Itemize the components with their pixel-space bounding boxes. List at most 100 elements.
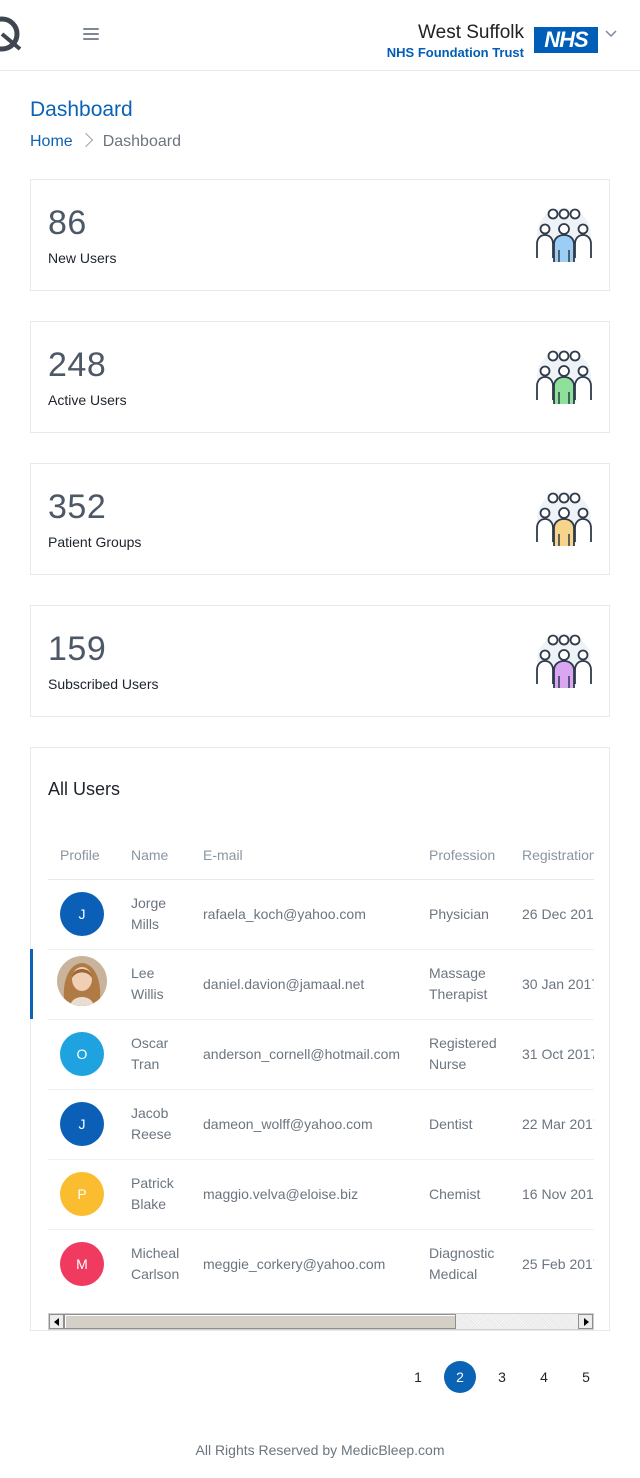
users-group-icon xyxy=(536,350,592,404)
stat-label: Subscribed Users xyxy=(48,676,159,692)
trust-subtitle: NHS Foundation Trust xyxy=(386,45,524,60)
scroll-right-arrow-icon[interactable] xyxy=(578,1314,593,1329)
profile-cell: P xyxy=(48,1159,119,1230)
column-header-profile[interactable]: Profile xyxy=(48,816,119,880)
profession-line: Therapist xyxy=(429,986,488,1002)
first-name: Micheal xyxy=(131,1245,180,1262)
table-row[interactable]: J Jacob Reese dameon_wolff@yahoo.com Dentist… xyxy=(48,1089,594,1160)
scroll-left-arrow-icon[interactable] xyxy=(49,1314,64,1329)
panel-title: All Users xyxy=(48,779,121,799)
stat-label: New Users xyxy=(48,250,117,266)
users-table: Profile Name E-mail Profession Registrat… xyxy=(48,816,594,1299)
avatar: O xyxy=(60,1032,104,1076)
registration-date-cell: 22 Mar 2017 xyxy=(510,1089,594,1160)
profile-cell xyxy=(48,949,119,1020)
avatar: J xyxy=(60,1102,104,1146)
first-name: Patrick xyxy=(131,1175,174,1191)
registration-date-cell: 25 Feb 2017 xyxy=(522,1255,594,1272)
profile-cell: M xyxy=(48,1229,119,1299)
email-cell: meggie_corkery@yahoo.com xyxy=(203,1255,386,1272)
avatar: P xyxy=(60,1172,104,1216)
users-table-scroll-area[interactable]: Profile Name E-mail Profession Registrat… xyxy=(48,816,594,1310)
stat-label: Patient Groups xyxy=(48,534,142,550)
users-group-icon xyxy=(536,208,592,262)
scrollbar-thumb[interactable] xyxy=(64,1314,456,1329)
last-name: Tran xyxy=(131,1056,160,1072)
table-row[interactable]: Lee Willis daniel.davion@jamaal.net Massage… xyxy=(48,949,594,1020)
profession-line: Registered xyxy=(429,1035,497,1051)
users-group-icon xyxy=(536,492,592,546)
column-header-registration-date[interactable]: Registration Date xyxy=(510,816,594,880)
profile-cell: J xyxy=(48,879,119,950)
avatar xyxy=(57,956,107,1006)
profession-cell: Diagnostic Medical xyxy=(417,1229,510,1299)
name-cell: Jacob Reese xyxy=(119,1089,191,1160)
profession-line: Chemist xyxy=(429,1185,481,1202)
breadcrumb-home-link[interactable]: Home xyxy=(30,133,73,150)
profession-line: Massage xyxy=(429,965,486,981)
first-name: Oscar xyxy=(131,1035,169,1051)
all-users-panel: All Users Profile Name E-mail Profession… xyxy=(30,747,610,1331)
first-name: Jacob xyxy=(131,1105,169,1121)
stat-card-patient-groups: 352 Patient Groups xyxy=(30,463,610,575)
last-name: Carlson xyxy=(131,1266,180,1283)
column-header-profession[interactable]: Profession xyxy=(417,816,510,880)
profile-cell: O xyxy=(48,1019,119,1090)
table-row[interactable]: M Micheal Carlson meggie_corkery@yahoo.com D… xyxy=(48,1229,594,1299)
stat-value: 248 xyxy=(48,346,107,384)
table-row[interactable]: O Oscar Tran anderson_cornell@hotmail.com Re… xyxy=(48,1019,594,1090)
page-button-1[interactable]: 1 xyxy=(402,1361,434,1393)
stat-card-active-users: 248 Active Users xyxy=(30,321,610,433)
column-header-email[interactable]: E-mail xyxy=(191,816,417,880)
profession-cell: Physician xyxy=(417,879,510,950)
page-title: Dashboard xyxy=(30,98,133,121)
stat-label: Active Users xyxy=(48,392,127,408)
last-name: Reese xyxy=(131,1126,172,1142)
table-row[interactable]: J Jorge Mills rafaela_koch@yahoo.com Physici… xyxy=(48,879,594,950)
email-cell: rafaela_koch@yahoo.com xyxy=(191,879,417,950)
page-button-4[interactable]: 4 xyxy=(528,1361,560,1393)
footer-copyright: All Rights Reserved by MedicBleep.com xyxy=(195,1442,445,1458)
profession-line: Nurse xyxy=(429,1056,467,1072)
name-cell: Oscar Tran xyxy=(119,1019,191,1090)
table-row[interactable]: P Patrick Blake maggio.velva@eloise.biz Chem… xyxy=(48,1159,594,1230)
profession-line: Physician xyxy=(429,905,489,922)
stat-value: 159 xyxy=(48,630,107,668)
email-cell: maggio.velva@eloise.biz xyxy=(191,1159,417,1230)
top-bar: West Suffolk NHS Foundation Trust NHS xyxy=(0,0,640,71)
stat-value: 352 xyxy=(48,488,107,526)
page-button-3[interactable]: 3 xyxy=(486,1361,518,1393)
registration-date-cell: 26 Dec 2017 xyxy=(510,879,594,950)
chevron-down-icon[interactable] xyxy=(604,26,618,40)
profession-cell: Chemist xyxy=(417,1159,510,1230)
page-button-2[interactable]: 2 xyxy=(444,1361,476,1393)
trust-name: West Suffolk xyxy=(418,22,524,43)
users-group-icon xyxy=(536,634,592,688)
column-header-name[interactable]: Name xyxy=(119,816,191,880)
profession-cell: Massage Therapist xyxy=(417,949,510,1020)
stat-card-new-users: 86 New Users xyxy=(30,179,610,291)
first-name: Lee xyxy=(131,965,155,981)
email-cell: dameon_wolff@yahoo.com xyxy=(191,1089,417,1160)
breadcrumb-current: Dashboard xyxy=(102,133,181,150)
registration-date-cell: 30 Jan 2017 xyxy=(510,949,594,1020)
last-name: Willis xyxy=(131,986,164,1002)
page-button-5[interactable]: 5 xyxy=(570,1361,602,1393)
app-logo-icon[interactable] xyxy=(0,14,26,54)
first-name: Jorge xyxy=(131,895,167,911)
profession-line: Diagnostic xyxy=(429,1245,495,1262)
avatar: J xyxy=(60,892,104,936)
profession-line: Medical xyxy=(429,1266,478,1283)
profile-cell: J xyxy=(48,1089,119,1160)
stat-card-subscribed-users: 159 Subscribed Users xyxy=(30,605,610,717)
horizontal-scrollbar[interactable] xyxy=(48,1313,594,1330)
avatar: M xyxy=(60,1242,104,1287)
menu-toggle-icon[interactable] xyxy=(80,22,104,46)
registration-date-cell: 31 Oct 2017 xyxy=(510,1019,594,1090)
profession-cell: Dentist xyxy=(417,1089,510,1160)
breadcrumb-chevron-icon xyxy=(78,132,93,148)
profession-cell: Registered Nurse xyxy=(417,1019,510,1090)
last-name: Mills xyxy=(131,916,159,932)
email-cell: anderson_cornell@hotmail.com xyxy=(191,1019,417,1090)
table-header-row: Profile Name E-mail Profession Registrat… xyxy=(48,816,594,880)
